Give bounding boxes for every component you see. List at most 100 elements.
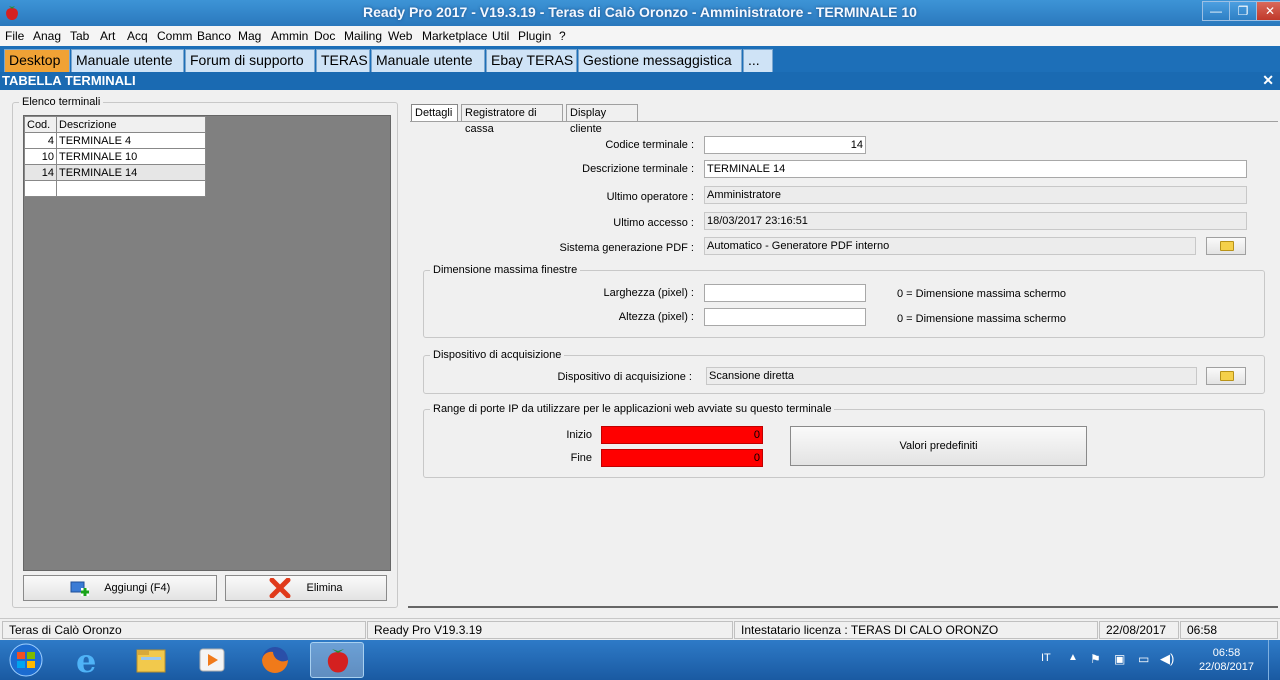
usb-icon[interactable]: ▣ [1114, 652, 1125, 666]
menu-util[interactable]: Util [492, 29, 509, 43]
table-row[interactable]: 10 TERMINALE 10 [24, 148, 206, 165]
descrizione-label: Descrizione terminale : [582, 163, 694, 175]
larghezza-label: Larghezza (pixel) : [603, 287, 695, 299]
cell-description: TERMINALE 4 [56, 132, 206, 149]
tab-ebay-teras[interactable]: Ebay TERAS [486, 49, 577, 72]
window-title: Ready Pro 2017 - V19.3.19 - Teras di Cal… [363, 4, 917, 20]
menu-ammin[interactable]: Ammin [271, 29, 308, 43]
menu-web[interactable]: Web [388, 29, 412, 43]
fine-field[interactable]: 0 [601, 449, 763, 467]
column-header-description[interactable]: Descrizione [56, 116, 206, 133]
menu-mailing[interactable]: Mailing [344, 29, 382, 43]
terminal-table: Cod. Descrizione 4 TERMINALE 4 10 TERMIN… [24, 116, 206, 197]
table-row[interactable]: 4 TERMINALE 4 [24, 132, 206, 149]
flag-icon[interactable]: ⚑ [1090, 652, 1101, 666]
media-player-icon [199, 648, 225, 672]
menu-banco[interactable]: Banco [197, 29, 231, 43]
altezza-label: Altezza (pixel) : [618, 311, 694, 323]
add-icon [70, 581, 89, 597]
pdf-label: Sistema generazione PDF : [559, 242, 694, 254]
subtab-divider [410, 121, 1278, 122]
terminal-list-group: Elenco terminali Cod. Descrizione 4 TERM… [12, 96, 398, 608]
tray-expand-icon[interactable]: ▲ [1068, 652, 1078, 663]
start-button[interactable] [2, 642, 50, 678]
show-desktop-button[interactable] [1268, 640, 1280, 680]
tab-display-cliente[interactable]: Display cliente [566, 104, 638, 135]
minimize-button[interactable]: — [1202, 1, 1230, 21]
column-header-code[interactable]: Cod. [24, 116, 57, 133]
folder-icon [1220, 371, 1234, 381]
menu-comm[interactable]: Comm [157, 29, 192, 43]
tab-dettagli[interactable]: Dettagli [411, 104, 458, 122]
cell-code: 14 [24, 164, 57, 181]
taskbar-clock[interactable]: 06:58 22/08/2017 [1199, 646, 1254, 674]
cell-code: 4 [24, 132, 57, 149]
taskbar-ie[interactable]: e [66, 642, 110, 680]
acquisizione-group-label: Dispositivo di acquisizione [430, 349, 565, 361]
taskbar-firefox[interactable] [253, 642, 297, 678]
table-row-empty[interactable] [24, 180, 206, 197]
menu-plugin[interactable]: Plugin [518, 29, 551, 43]
pdf-browse-button[interactable] [1206, 237, 1246, 255]
menu-mag[interactable]: Mag [238, 29, 261, 43]
status-company: Teras di Calò Oronzo [2, 621, 366, 639]
codice-field[interactable]: 14 [704, 136, 866, 154]
menu-anag[interactable]: Anag [33, 29, 61, 43]
descrizione-field[interactable]: TERMINALE 14 [704, 160, 1247, 178]
taskbar-explorer[interactable] [129, 642, 173, 678]
menu-file[interactable]: File [5, 29, 24, 43]
cell-description: TERMINALE 14 [56, 164, 206, 181]
menu-acq[interactable]: Acq [127, 29, 148, 43]
cell-description: TERMINALE 10 [56, 148, 206, 165]
inizio-label: Inizio [566, 429, 592, 441]
tab-desktop[interactable]: Desktop [4, 49, 70, 72]
add-terminal-button[interactable]: Aggiungi (F4) [23, 575, 217, 601]
tab-teras[interactable]: TERAS [316, 49, 370, 72]
panel-close-icon[interactable]: ✕ [1262, 72, 1274, 89]
app-tab-bar: Desktop Manuale utente Forum di supporto… [0, 46, 1280, 72]
tab-manuale-utente[interactable]: Manuale utente [71, 49, 184, 72]
menu-doc[interactable]: Doc [314, 29, 335, 43]
delete-terminal-button[interactable]: Elimina [225, 575, 387, 601]
codice-label: Codice terminale : [605, 139, 694, 151]
status-bar: Teras di Calò Oronzo Ready Pro V19.3.19 … [0, 618, 1280, 640]
maximize-button[interactable]: ❐ [1229, 1, 1257, 21]
terminal-list-label: Elenco terminali [19, 96, 104, 108]
language-indicator[interactable]: IT [1041, 652, 1051, 664]
terminal-grid[interactable]: Cod. Descrizione 4 TERMINALE 4 10 TERMIN… [23, 115, 391, 571]
menu-art[interactable]: Art [100, 29, 115, 43]
inizio-field[interactable]: 0 [601, 426, 763, 444]
acquisizione-browse-button[interactable] [1206, 367, 1246, 385]
folder-icon [1220, 241, 1234, 251]
menu-help[interactable]: ? [559, 29, 566, 43]
larghezza-note: 0 = Dimensione massima schermo [897, 288, 1067, 300]
cell-code [24, 180, 57, 197]
tab-forum-supporto[interactable]: Forum di supporto [185, 49, 315, 72]
porte-group-label: Range di porte IP da utilizzare per le a… [430, 403, 835, 415]
acquisizione-field: Scansione diretta [706, 367, 1197, 385]
accesso-label: Ultimo accesso : [613, 217, 694, 229]
tab-manuale-utente-2[interactable]: Manuale utente [371, 49, 485, 72]
cell-description [56, 180, 206, 197]
menu-tab[interactable]: Tab [70, 29, 89, 43]
operatore-field: Amministratore [704, 186, 1247, 204]
network-icon[interactable]: ▭ [1138, 652, 1149, 666]
close-button[interactable]: ✕ [1256, 1, 1280, 21]
tab-registratore-cassa[interactable]: Registratore di cassa [461, 104, 563, 135]
larghezza-field[interactable] [704, 284, 866, 302]
valori-predefiniti-button[interactable]: Valori predefiniti [790, 426, 1087, 466]
altezza-field[interactable] [704, 308, 866, 326]
tab-gestione-messaggistica[interactable]: Gestione messaggistica [578, 49, 742, 72]
tab-more[interactable]: ... [743, 49, 773, 72]
svg-text:e: e [76, 642, 96, 678]
title-bar: Ready Pro 2017 - V19.3.19 - Teras di Cal… [0, 0, 1280, 26]
fine-label: Fine [570, 452, 592, 464]
clock-date: 22/08/2017 [1198, 661, 1254, 673]
volume-icon[interactable]: ◀) [1160, 651, 1174, 667]
menu-marketplace[interactable]: Marketplace [422, 29, 487, 43]
operatore-label: Ultimo operatore : [606, 191, 694, 203]
taskbar-ready-pro[interactable] [310, 642, 364, 678]
table-row-selected[interactable]: 14 TERMINALE 14 [24, 164, 206, 181]
menu-bar: File Anag Tab Art Acq Comm Banco Mag Amm… [0, 26, 1280, 46]
taskbar-media-player[interactable] [190, 642, 234, 678]
